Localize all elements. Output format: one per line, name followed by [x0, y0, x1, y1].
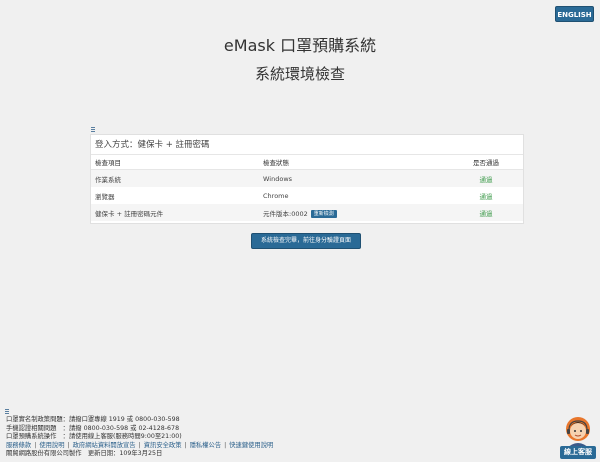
page-title: eMask 口罩預購系統: [223, 36, 377, 55]
row-status: Windows: [259, 169, 449, 187]
proceed-to-verification-button[interactable]: 系統檢查完畢，前往身分驗證頁面: [251, 233, 361, 249]
column-header-pass: 是否通過: [449, 155, 523, 170]
footer-info-line: 手機認證相關問題 ：請撥 0800-030-598 或 02-4128-678: [6, 424, 180, 432]
footer-link-security[interactable]: 資訊安全政策: [144, 442, 182, 449]
footer-link-help[interactable]: 使用說明: [39, 442, 64, 449]
footer-link-privacy[interactable]: 隱私權公告: [190, 442, 221, 449]
table-header-row: 檢查項目 檢查狀態 是否通過: [91, 155, 523, 170]
english-button[interactable]: ENGLISH: [555, 6, 594, 22]
page-subtitle: 系統環境檢查: [254, 65, 345, 83]
row-pass: 通過: [479, 192, 493, 201]
separator: |: [224, 441, 227, 449]
drag-grip-icon: [5, 409, 9, 415]
row-item: 健保卡 + 註冊密碼元件: [91, 204, 259, 221]
table-row: 作業系統 Windows 通過: [91, 169, 523, 187]
table-row: 瀏覽器 Chrome 通過: [91, 187, 523, 204]
separator: |: [67, 441, 70, 449]
check-table: 檢查項目 檢查狀態 是否通過 作業系統 Windows 通過 瀏覽器 Chrom…: [91, 155, 523, 221]
row-item: 作業系統: [91, 169, 259, 187]
footer: 口罩實名制政策問題：請撥口罩專線 1919 或 0800-030-598 手機認…: [6, 416, 273, 459]
page: ENGLISH eMask 口罩預購系統 系統環境檢查 登入方式：健保卡 + 註…: [0, 0, 600, 462]
environment-check-panel: 登入方式：健保卡 + 註冊密碼 檢查項目 檢查狀態 是否通過 作業系統 Wind…: [90, 134, 524, 224]
row-status: 元件版本:0002: [263, 209, 308, 218]
row-pass: 通過: [449, 169, 523, 187]
column-header-item: 檢查項目: [91, 155, 259, 170]
column-header-status: 檢查狀態: [259, 155, 449, 170]
separator: |: [138, 441, 141, 449]
login-method-title: 登入方式：健保卡 + 註冊密碼: [95, 140, 210, 150]
footer-info-line: 口罩預購系統操作 ：請使用線上客服(服務時間9:00至21:00): [6, 433, 182, 441]
footer-link-terms[interactable]: 服務條款: [6, 442, 31, 449]
online-support-label[interactable]: 線上客服: [560, 446, 596, 459]
footer-copyright: 關貿網路股份有限公司製作 更新日期：109年3月25日: [6, 450, 163, 458]
separator: |: [184, 441, 187, 449]
footer-link-open-data[interactable]: 政府網站資料開放宣告: [73, 442, 136, 449]
separator: |: [34, 441, 37, 449]
drag-grip-icon: [91, 127, 95, 133]
table-row: 健保卡 + 註冊密碼元件 元件版本:0002 重新檢測 通過: [91, 204, 523, 221]
row-status: Chrome: [263, 191, 289, 200]
row-item: 瀏覽器: [95, 192, 115, 201]
footer-info-line: 口罩實名制政策問題：請撥口罩專線 1919 或 0800-030-598: [6, 416, 180, 423]
row-status-cell: 元件版本:0002 重新檢測: [259, 204, 449, 221]
footer-link-shortcuts[interactable]: 快速鍵使用說明: [229, 442, 273, 449]
redetect-button[interactable]: 重新檢測: [310, 209, 337, 218]
row-pass: 通過: [449, 204, 523, 221]
